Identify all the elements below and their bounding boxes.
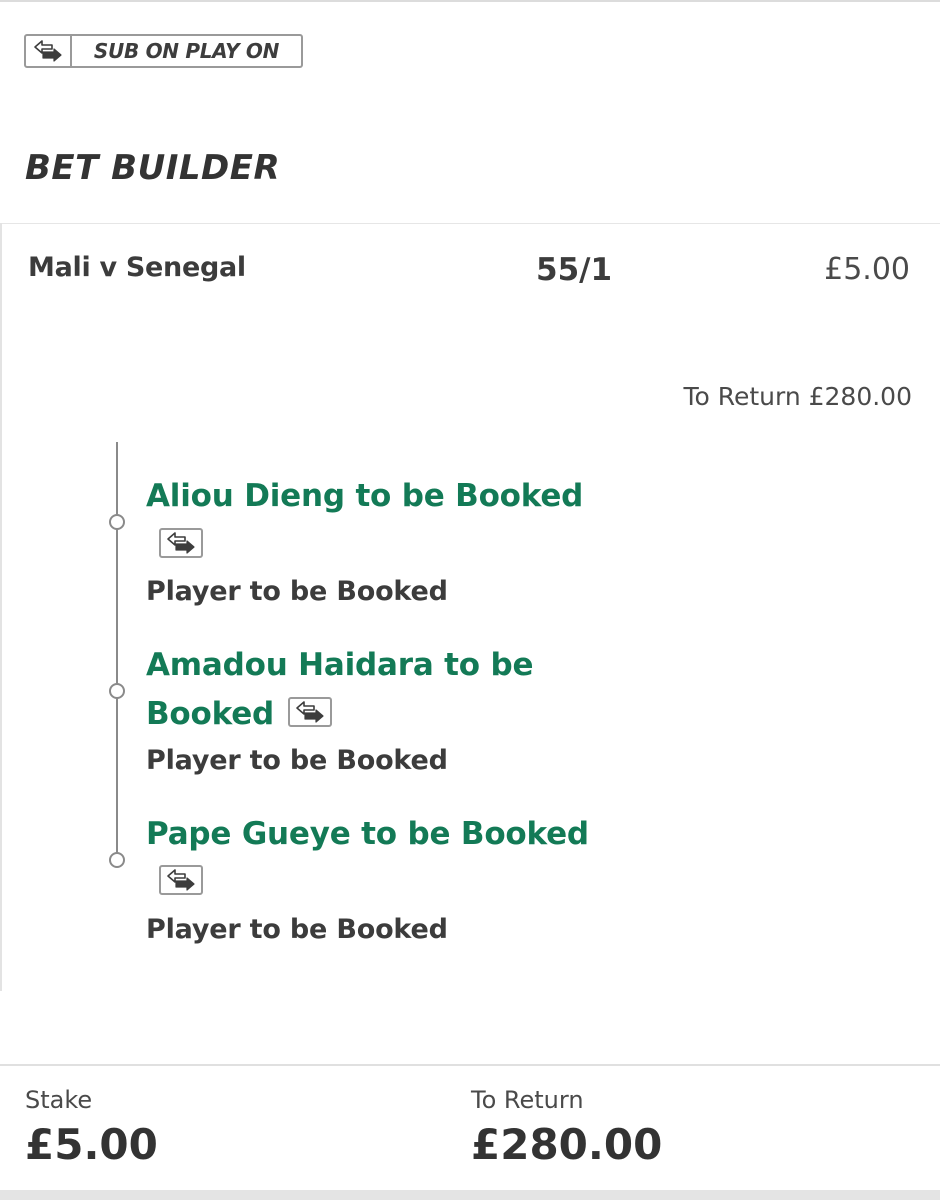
section-title: BET BUILDER — [25, 148, 281, 188]
selection-title-line-wrap: Booked — [146, 690, 616, 739]
sub-on-play-on-badge: SUB ON PLAY ON — [24, 34, 303, 68]
selection-title-line: Booked — [146, 696, 275, 732]
selection-market: Player to be Booked — [146, 914, 448, 945]
bet-receipt-page: SUB ON PLAY ON BET BUILDER Mali v Senega… — [0, 0, 940, 1200]
footer-divider — [0, 1064, 940, 1066]
selection-title: Pape Gueye to be Booked — [146, 816, 589, 852]
timeline-dot — [109, 683, 125, 699]
bottom-bar — [0, 1190, 940, 1200]
selection-market: Player to be Booked — [146, 745, 448, 776]
swap-arrows-icon — [26, 36, 72, 66]
swap-arrows-icon — [159, 528, 203, 558]
swap-arrows-icon — [159, 865, 203, 895]
selection-title: Amadou Haidara to be Booked — [146, 641, 616, 739]
selection-title: Aliou Dieng to be Booked — [146, 478, 584, 514]
bet-card — [0, 223, 940, 991]
footer-stake-label: Stake — [25, 1086, 93, 1114]
bet-stake: £5.00 — [824, 252, 910, 287]
timeline-dot — [109, 852, 125, 868]
bet-to-return: To Return £280.00 — [683, 382, 912, 411]
footer-return-label: To Return — [471, 1086, 584, 1114]
bet-odds: 55/1 — [536, 252, 613, 288]
timeline-dot — [109, 514, 125, 530]
top-divider — [0, 0, 940, 2]
selection-market: Player to be Booked — [146, 576, 448, 607]
swap-arrows-icon — [288, 696, 333, 727]
selection-timeline — [116, 442, 118, 860]
match-name: Mali v Senegal — [28, 252, 246, 283]
footer-stake-value: £5.00 — [25, 1120, 158, 1169]
selection-title-line: Amadou Haidara to be — [146, 647, 534, 683]
card-divider — [2, 223, 940, 224]
footer-return-value: £280.00 — [471, 1120, 663, 1169]
badge-label: SUB ON PLAY ON — [93, 39, 280, 63]
